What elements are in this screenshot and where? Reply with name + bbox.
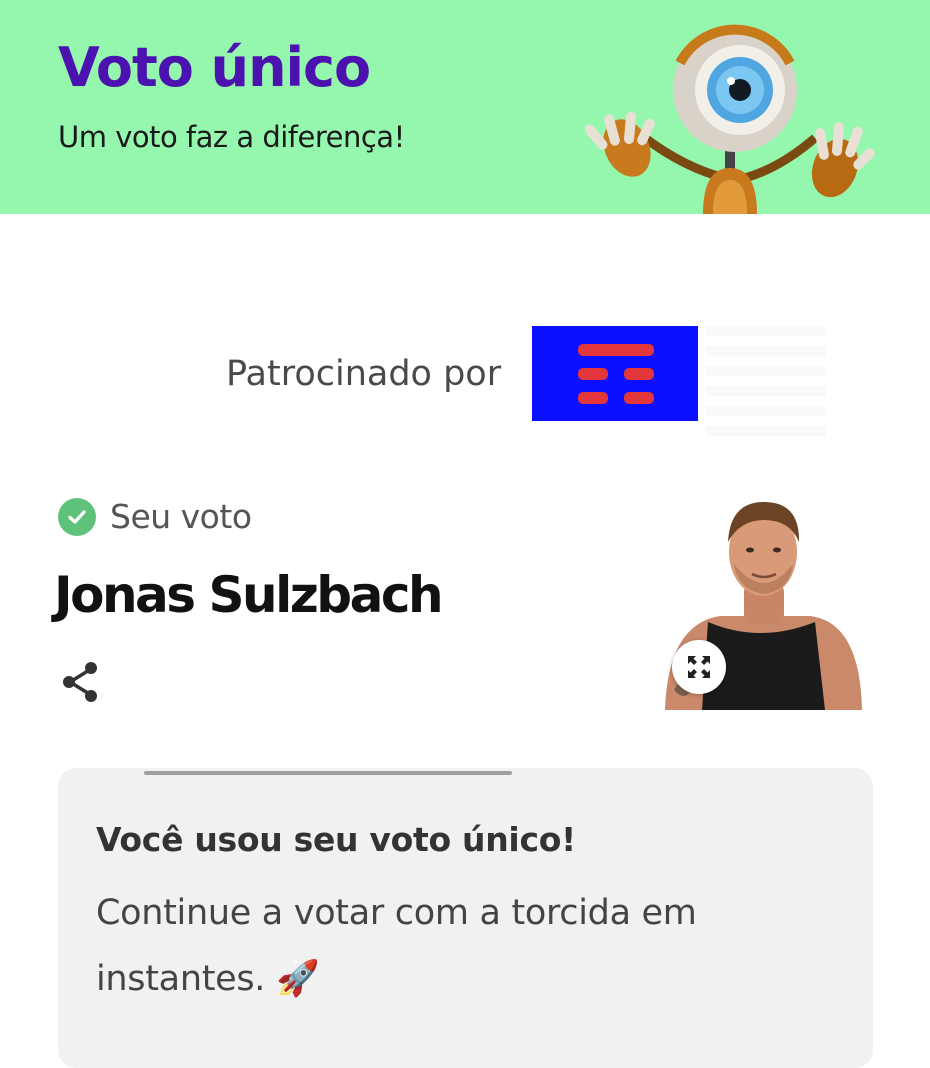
message-body: Continue a votar com a torcida em instan… <box>96 880 796 1012</box>
sponsor-logo-bar <box>578 392 608 404</box>
rocket-icon: 🚀 <box>275 959 320 999</box>
sponsor-label: Patrocinado por <box>226 354 502 394</box>
page-title: Voto único <box>58 36 371 99</box>
expand-icon <box>688 656 710 678</box>
sponsor-logo-bar <box>624 368 654 380</box>
mascot-eye-robot-icon <box>585 24 875 214</box>
message-title: Você usou seu voto único! <box>96 820 576 859</box>
message-body-line: Continue a votar com a torcida em <box>96 893 697 933</box>
sponsor-logo-fade <box>706 326 826 444</box>
header-banner: Voto único Um voto faz a diferença! <box>0 0 930 214</box>
sponsor-logo-icon[interactable] <box>532 326 698 421</box>
page-subtitle: Um voto faz a diferença! <box>58 120 405 154</box>
message-progress-bar <box>144 771 512 775</box>
share-icon[interactable] <box>60 660 102 704</box>
candidate-name: Jonas Sulzbach <box>54 566 444 624</box>
expand-photo-button[interactable] <box>672 640 726 694</box>
vote-status-label: Seu voto <box>110 497 252 536</box>
message-body-line-2: instantes. 🚀 <box>96 946 796 1012</box>
check-circle-icon <box>58 498 96 536</box>
sponsor-logo-bar <box>578 344 654 356</box>
sponsor-logo-bar <box>578 368 608 380</box>
message-body-text: instantes. <box>96 959 266 999</box>
sponsor-logo-bar <box>624 392 654 404</box>
